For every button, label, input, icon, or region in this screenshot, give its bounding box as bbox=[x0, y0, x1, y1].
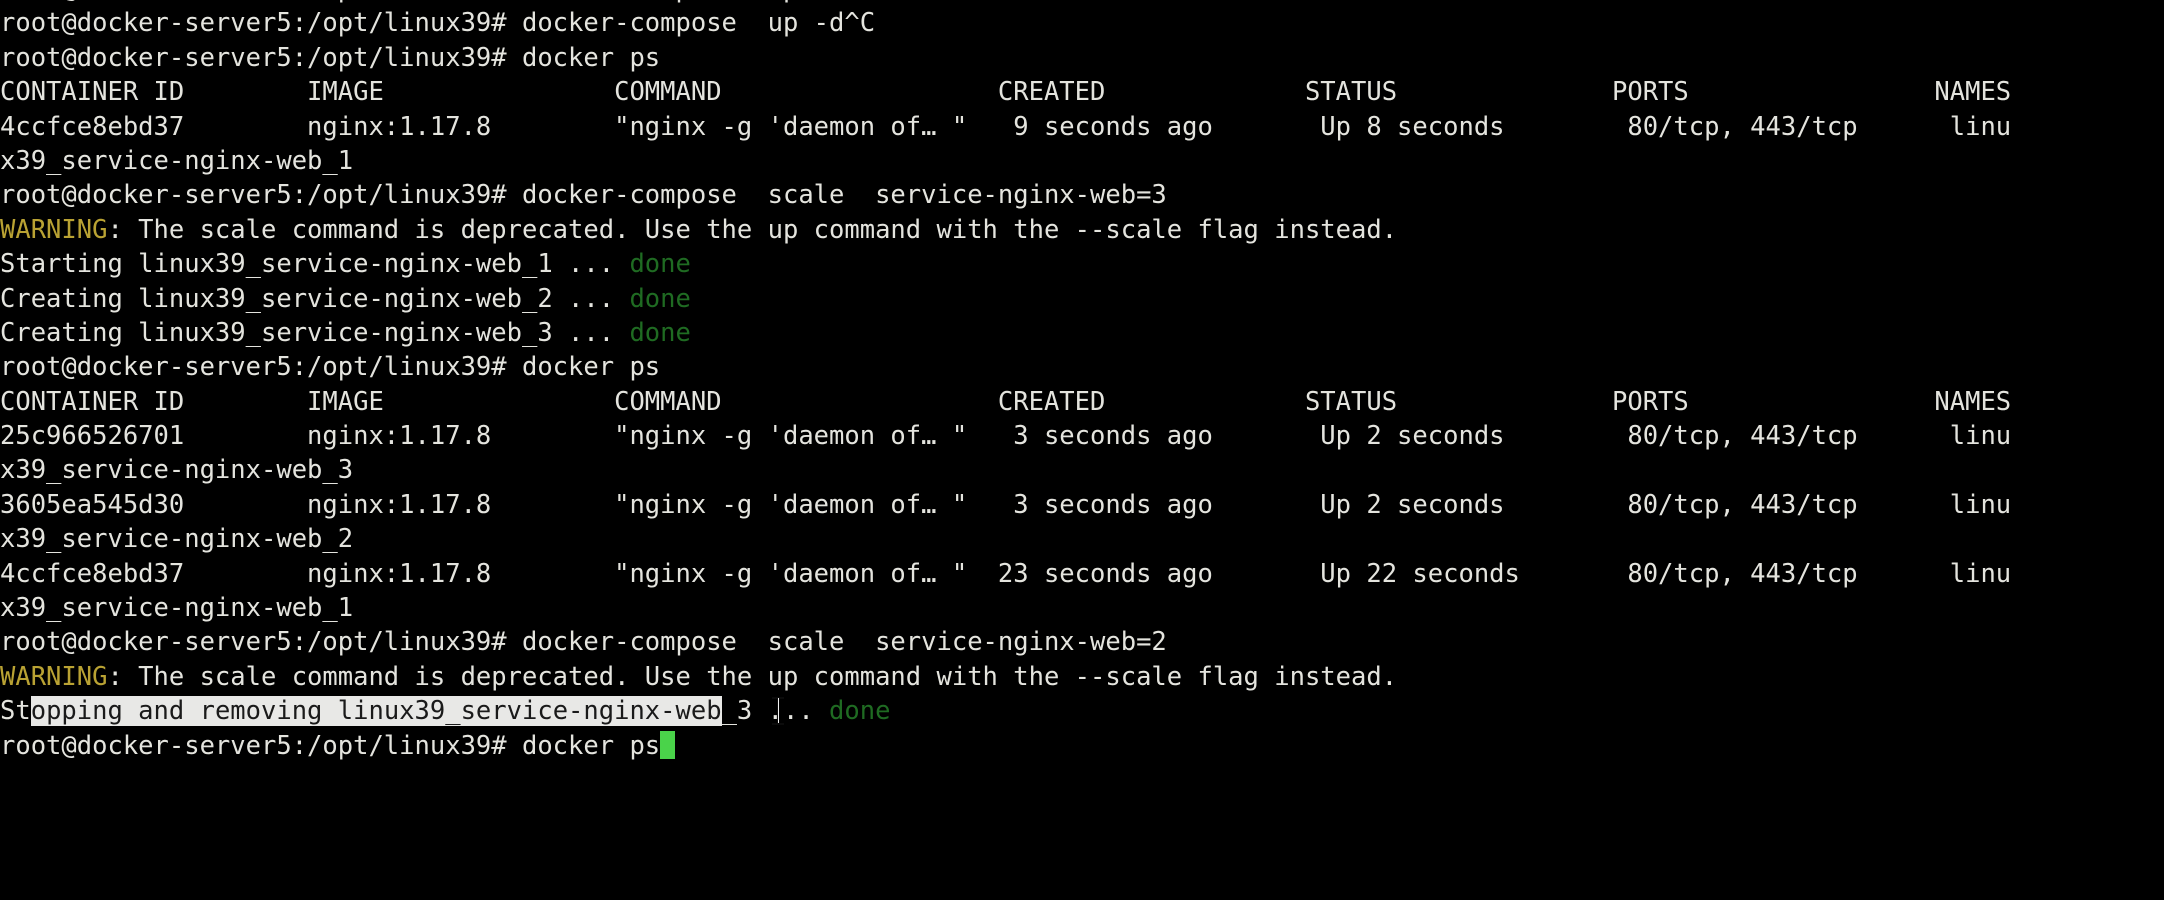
terminal-text: WARNING bbox=[0, 661, 108, 692]
selected-text: opping and removing linux39_service-ngin… bbox=[30, 696, 722, 727]
terminal-line: Creating linux39_service-nginx-web_2 ...… bbox=[0, 282, 2164, 316]
terminal-line: x39_service-nginx-web_2 bbox=[0, 522, 2164, 556]
terminal-line: 25c966526701 nginx:1.17.8 "nginx -g 'dae… bbox=[0, 419, 2164, 453]
terminal-line: CONTAINER ID IMAGE COMMAND CREATED STATU… bbox=[0, 385, 2164, 419]
terminal-text: _3 ... bbox=[721, 696, 830, 727]
terminal-text: 3605ea545d30 nginx:1.17.8 "nginx -g 'dae… bbox=[0, 489, 2012, 520]
terminal-text: 4ccfce8ebd37 nginx:1.17.8 "nginx -g 'dae… bbox=[0, 558, 2012, 589]
terminal-text: 25c966526701 nginx:1.17.8 "nginx -g 'dae… bbox=[0, 421, 2012, 452]
terminal-line: 4ccfce8ebd37 nginx:1.17.8 "nginx -g 'dae… bbox=[0, 110, 2164, 144]
terminal-text: done bbox=[629, 283, 691, 314]
terminal-cursor bbox=[660, 730, 676, 759]
terminal-text: x39_service-nginx-web_1 bbox=[0, 145, 354, 176]
terminal-text: 4ccfce8ebd37 nginx:1.17.8 "nginx -g 'dae… bbox=[0, 111, 2012, 142]
terminal-text: done bbox=[629, 317, 691, 348]
terminal-line: x39_service-nginx-web_3 bbox=[0, 453, 2164, 487]
terminal-text: : The scale command is deprecated. Use t… bbox=[107, 214, 1398, 245]
terminal-text: root@docker-server5:/opt/linux39# docker… bbox=[0, 42, 661, 73]
terminal-text: CONTAINER ID IMAGE COMMAND CREATED STATU… bbox=[0, 77, 2012, 108]
terminal-line: x39_service-nginx-web_1 bbox=[0, 591, 2164, 625]
terminal-text: x39_service-nginx-web_2 bbox=[0, 524, 354, 555]
terminal-text: x39_service-nginx-web_3 bbox=[0, 455, 354, 486]
terminal-line: root@docker-server5:/opt/linux39# docker… bbox=[0, 178, 2164, 212]
terminal-text: x39_service-nginx-web_1 bbox=[0, 593, 354, 624]
terminal-line: 4ccfce8ebd37 nginx:1.17.8 "nginx -g 'dae… bbox=[0, 557, 2164, 591]
terminal-text: done bbox=[629, 249, 691, 280]
terminal-text: root@docker-server5:/opt/linux39# docker… bbox=[0, 180, 1167, 211]
terminal-line: root@docker-server5:/opt/linux39# docker… bbox=[0, 6, 2164, 40]
terminal-line: CONTAINER ID IMAGE COMMAND CREATED STATU… bbox=[0, 75, 2164, 109]
terminal-line: Stopping and removing linux39_service-ng… bbox=[0, 694, 2164, 728]
terminal-text: Starting linux39_service-nginx-web_1 ... bbox=[0, 249, 630, 280]
terminal-line: root@docker-server5:/opt/linux39# docker… bbox=[0, 350, 2164, 384]
terminal-line: 3605ea545d30 nginx:1.17.8 "nginx -g 'dae… bbox=[0, 488, 2164, 522]
terminal-text: WARNING bbox=[0, 214, 108, 245]
terminal-line: root@docker-server5:/opt/linux39# docker… bbox=[0, 625, 2164, 659]
terminal-text: root@docker-server5:/opt/linux39# docker… bbox=[0, 627, 1167, 658]
terminal-line: WARNING: The scale command is deprecated… bbox=[0, 660, 2164, 694]
terminal-scrollback: root@docker-server5:/opt/linux39# docker… bbox=[0, 0, 2164, 763]
terminal-text: : The scale command is deprecated. Use t… bbox=[107, 661, 1398, 692]
terminal-text: Creating linux39_service-nginx-web_2 ... bbox=[0, 283, 630, 314]
terminal-line: x39_service-nginx-web_1 bbox=[0, 144, 2164, 178]
terminal-text: root@docker-server5:/opt/linux39# docker… bbox=[0, 352, 661, 383]
terminal-window[interactable]: root@docker-server5:/opt/linux39# docker… bbox=[0, 0, 2164, 761]
terminal-line: Starting linux39_service-nginx-web_1 ...… bbox=[0, 247, 2164, 281]
terminal-text: root@docker-server5:/opt/linux39# docker… bbox=[0, 730, 661, 761]
terminal-text: root@docker-server5:/opt/linux39# docker… bbox=[0, 8, 876, 39]
terminal-text: St bbox=[0, 696, 31, 727]
terminal-line: Creating linux39_service-nginx-web_3 ...… bbox=[0, 316, 2164, 350]
terminal-text: done bbox=[829, 696, 891, 727]
terminal-line: root@docker-server5:/opt/linux39# docker… bbox=[0, 41, 2164, 75]
terminal-text: Creating linux39_service-nginx-web_3 ... bbox=[0, 317, 630, 348]
terminal-line: root@docker-server5:/opt/linux39# docker… bbox=[0, 729, 2164, 763]
terminal-text: CONTAINER ID IMAGE COMMAND CREATED STATU… bbox=[0, 386, 2012, 417]
terminal-text: root@docker-server5:/opt/linux39# docker… bbox=[0, 0, 844, 4]
terminal-line: WARNING: The scale command is deprecated… bbox=[0, 213, 2164, 247]
